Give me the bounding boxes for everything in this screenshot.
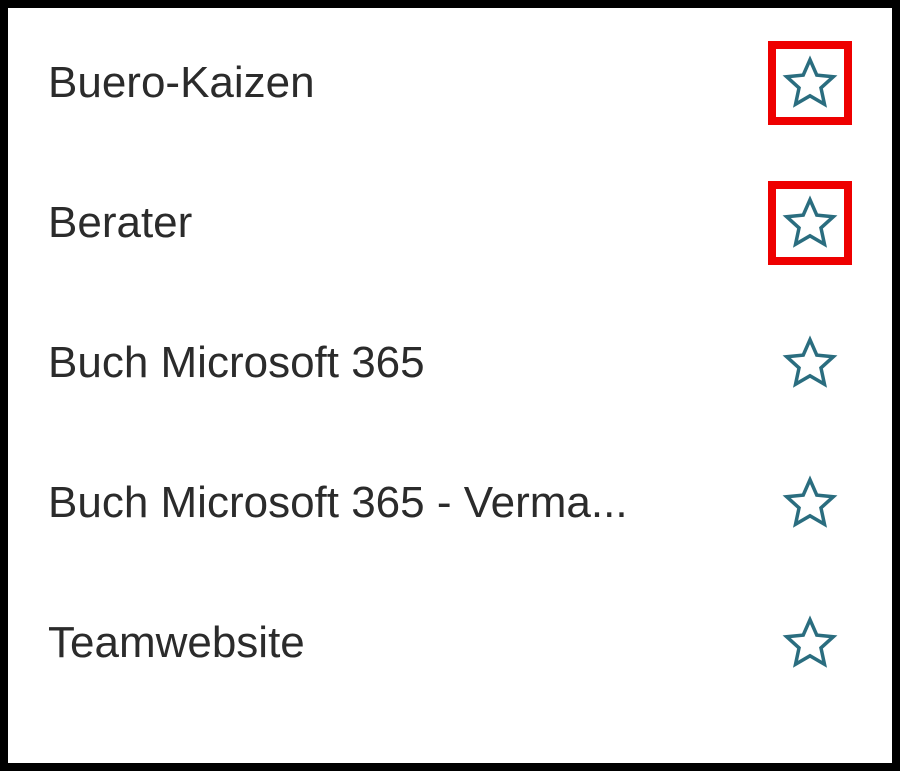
star-outline-icon[interactable] xyxy=(782,615,838,671)
star-outline-icon[interactable] xyxy=(782,335,838,391)
star-highlight-box xyxy=(768,181,852,265)
star-box xyxy=(768,321,852,405)
site-label: Buch Microsoft 365 xyxy=(48,338,425,388)
list-item[interactable]: Buch Microsoft 365 - Verma... xyxy=(48,468,852,538)
star-highlight-box xyxy=(768,41,852,125)
star-outline-icon[interactable] xyxy=(782,195,838,251)
star-outline-icon[interactable] xyxy=(782,55,838,111)
site-label: Buch Microsoft 365 - Verma... xyxy=(48,478,628,528)
site-label: Buero-Kaizen xyxy=(48,58,315,108)
site-label: Teamwebsite xyxy=(48,618,305,668)
list-item[interactable]: Berater xyxy=(48,188,852,258)
list-item[interactable]: Buero-Kaizen xyxy=(48,48,852,118)
sharepoint-site-list: Buero-Kaizen Berater Buch Microsoft 365 xyxy=(48,38,852,678)
list-item[interactable]: Buch Microsoft 365 xyxy=(48,328,852,398)
site-label: Berater xyxy=(48,198,192,248)
list-item[interactable]: Teamwebsite xyxy=(48,608,852,678)
star-outline-icon[interactable] xyxy=(782,475,838,531)
star-box xyxy=(768,601,852,685)
star-box xyxy=(768,461,852,545)
